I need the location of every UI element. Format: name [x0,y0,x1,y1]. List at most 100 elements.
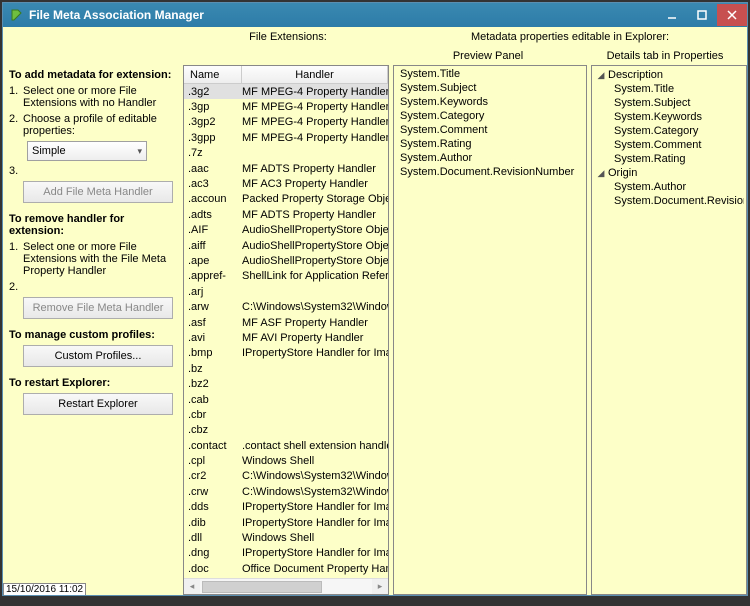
table-row[interactable]: .aiffAudioShellPropertyStore Object [184,238,388,253]
handler-cell: MF ASF Property Handler [242,317,388,329]
table-row[interactable]: .3gp2MF MPEG-4 Property Handler [184,115,388,130]
handler-cell: AudioShellPropertyStore Object [242,255,388,267]
preview-panel: System.TitleSystem.SubjectSystem.Keyword… [393,65,587,595]
handler-cell: Office Document Property Handler [242,563,388,575]
chevron-down-icon: ▾ [137,146,142,157]
handler-cell: MF MPEG-4 Property Handler [242,86,388,98]
preview-panel-header: Preview Panel [393,50,583,62]
handler-cell: AudioShellPropertyStore Object [242,240,388,252]
ext-cell: .bmp [188,347,242,359]
table-row[interactable]: .bz [184,361,388,376]
scroll-right-icon[interactable]: ▸ [372,579,388,595]
tree-item[interactable]: System.Author [594,180,744,194]
custom-profiles-button[interactable]: Custom Profiles... [23,345,173,367]
remove-heading: To remove handler for extension: [9,213,124,237]
table-row[interactable]: .3g2MF MPEG-4 Property Handler [184,84,388,99]
add-step-2: Choose a profile of editable properties: [23,113,175,137]
table-row[interactable]: .cr2C:\Windows\System32\WindowsCodecsRaw [184,469,388,484]
ext-cell: .doc [188,563,242,575]
expand-icon[interactable]: ◢ [596,168,606,179]
tree-item[interactable]: System.Keywords [594,110,744,124]
horizontal-scrollbar[interactable]: ◂ ▸ [184,578,388,594]
tree-group[interactable]: ◢Description [594,68,744,82]
table-row[interactable]: .AIFAudioShellPropertyStore Object [184,223,388,238]
table-row[interactable]: .arwC:\Windows\System32\WindowsCodecsRaw [184,299,388,314]
table-row[interactable]: .aviMF AVI Property Handler [184,330,388,345]
ext-cell: .cbr [188,409,242,421]
details-tab-header: Details tab in Properties [583,50,747,62]
table-row[interactable]: .aacMF ADTS Property Handler [184,161,388,176]
table-row[interactable]: .bmpIPropertyStore Handler for Images [184,346,388,361]
tree-item[interactable]: System.Title [594,82,744,96]
table-row[interactable]: .crwC:\Windows\System32\WindowsCodecsRaw [184,484,388,499]
add-heading: To add metadata for extension: [9,69,171,81]
handler-cell: MF MPEG-4 Property Handler [242,132,388,144]
table-row[interactable]: .asfMF ASF Property Handler [184,315,388,330]
ext-cell: .3gp [188,101,242,113]
table-row[interactable]: .dngIPropertyStore Handler for Images [184,546,388,561]
handler-cell: IPropertyStore Handler for Images [242,517,388,529]
table-row[interactable]: .cbr [184,407,388,422]
table-row[interactable]: .cplWindows Shell [184,453,388,468]
ext-cell: .bz2 [188,378,242,390]
handler-cell: Windows Shell [242,532,388,544]
handler-cell: ShellLink for Application References [242,270,388,282]
expand-icon[interactable]: ◢ [596,70,606,81]
table-row[interactable]: .ac3MF AC3 Property Handler [184,176,388,191]
profile-combo[interactable]: Simple ▾ [27,141,147,161]
tree-item[interactable]: System.Category [594,124,744,138]
list-header[interactable]: Name Handler [184,66,388,84]
preview-line: System.Rating [400,138,580,152]
close-button[interactable] [717,4,747,26]
table-row[interactable]: .3gppMF MPEG-4 Property Handler [184,130,388,145]
ext-cell: .7z [188,147,242,159]
table-row[interactable]: .bz2 [184,376,388,391]
table-row[interactable]: .docOffice Document Property Handler [184,561,388,576]
handler-cell: C:\Windows\System32\WindowsCodecsRaw [242,486,388,498]
handler-cell: MF MPEG-4 Property Handler [242,116,388,128]
ext-cell: .aiff [188,240,242,252]
ext-cell: .accoun [188,193,242,205]
tree-item[interactable]: System.Document.RevisionNumber [594,194,744,208]
handler-cell: MF AC3 Property Handler [242,178,388,190]
col-handler[interactable]: Handler [242,66,388,83]
scroll-thumb[interactable] [202,581,322,593]
sub-headers: Preview Panel Details tab in Properties [3,47,747,65]
tree-item[interactable]: System.Rating [594,152,744,166]
ext-cell: .dll [188,532,242,544]
minimize-button[interactable] [657,4,687,26]
preview-line: System.Title [400,68,580,82]
table-row[interactable]: .arj [184,284,388,299]
table-row[interactable]: .apeAudioShellPropertyStore Object [184,253,388,268]
table-row[interactable]: .cab [184,392,388,407]
title-bar[interactable]: File Meta Association Manager [3,3,747,27]
scroll-left-icon[interactable]: ◂ [184,579,200,595]
table-row[interactable]: .adtsMF ADTS Property Handler [184,207,388,222]
app-window: File Meta Association Manager File Exten… [2,2,748,596]
table-row[interactable]: .appref-ShellLink for Application Refere… [184,269,388,284]
col-name[interactable]: Name [184,66,242,83]
add-handler-button[interactable]: Add File Meta Handler [23,181,173,203]
restart-explorer-button[interactable]: Restart Explorer [23,393,173,415]
table-row[interactable]: .7z [184,146,388,161]
table-row[interactable]: .cbz [184,423,388,438]
table-row[interactable]: .dibIPropertyStore Handler for Images [184,515,388,530]
ext-cell: .dib [188,517,242,529]
ext-cell: .adts [188,209,242,221]
ext-cell: .arw [188,301,242,313]
table-row[interactable]: .accounPacked Property Storage Object [184,192,388,207]
tree-group[interactable]: ◢Origin [594,166,744,180]
table-row[interactable]: .contact.contact shell extension handler [184,438,388,453]
remove-step-1: Select one or more File Extensions with … [23,241,175,277]
ext-cell: .avi [188,332,242,344]
ext-cell: .ape [188,255,242,267]
tree-item[interactable]: System.Subject [594,96,744,110]
table-row[interactable]: .dllWindows Shell [184,530,388,545]
remove-handler-button[interactable]: Remove File Meta Handler [23,297,173,319]
extensions-list[interactable]: Name Handler .3g2MF MPEG-4 Property Hand… [183,65,389,595]
table-row[interactable]: .ddsIPropertyStore Handler for Images [184,500,388,515]
handler-cell: MF ADTS Property Handler [242,209,388,221]
tree-item[interactable]: System.Comment [594,138,744,152]
maximize-button[interactable] [687,4,717,26]
table-row[interactable]: .3gpMF MPEG-4 Property Handler [184,99,388,114]
